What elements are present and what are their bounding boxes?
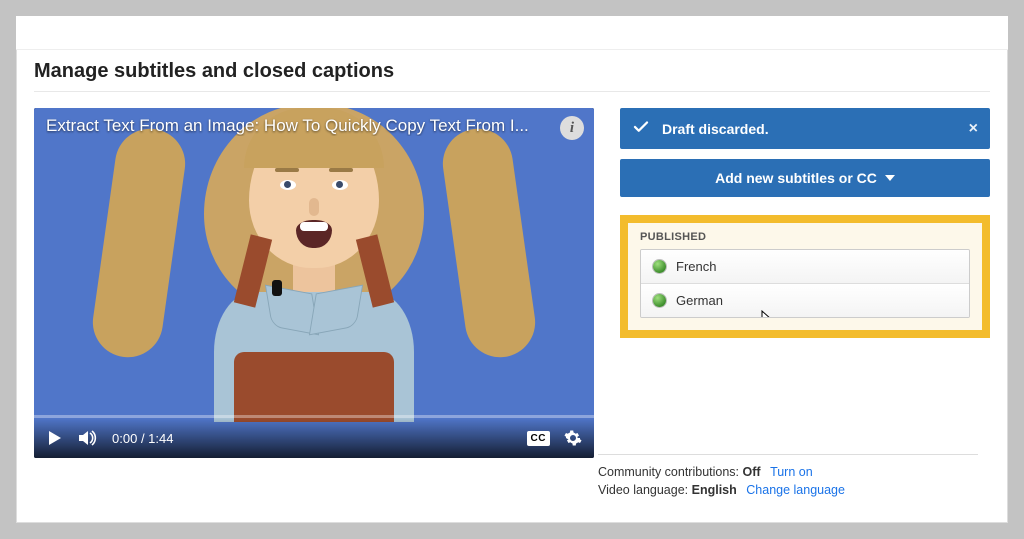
video-frame [34, 108, 594, 458]
published-language-list: French German [640, 249, 970, 318]
divider [598, 454, 978, 455]
video-title-overlay[interactable]: Extract Text From an Image: How To Quick… [46, 116, 550, 136]
divider [34, 91, 990, 92]
info-icon[interactable]: i [560, 116, 584, 140]
change-language-link[interactable]: Change language [746, 483, 845, 497]
time-display: 0:00 / 1:44 [112, 431, 173, 446]
gear-icon[interactable] [564, 429, 582, 447]
player-controls: 0:00 / 1:44 CC [34, 418, 594, 458]
add-subtitles-label: Add new subtitles or CC [715, 170, 877, 186]
play-icon[interactable] [46, 429, 64, 447]
language-row-french[interactable]: French [641, 250, 969, 283]
chevron-down-icon [885, 175, 895, 181]
status-dot-icon [653, 294, 666, 307]
language-row-german[interactable]: German [641, 283, 969, 317]
page-title: Manage subtitles and closed captions [34, 60, 990, 83]
language-label: German [676, 293, 723, 308]
video-player[interactable]: Extract Text From an Image: How To Quick… [34, 108, 594, 458]
status-dot-icon [653, 260, 666, 273]
language-label: French [676, 259, 716, 274]
footer-info: Community contributions: Off Turn on Vid… [598, 454, 978, 501]
close-icon[interactable]: × [969, 120, 978, 138]
top-bar [16, 16, 1008, 50]
video-language-label: Video language: [598, 483, 688, 497]
published-heading: PUBLISHED [640, 231, 970, 243]
volume-icon[interactable] [78, 429, 98, 447]
cursor-pointer-icon [759, 310, 775, 318]
draft-discarded-banner: Draft discarded. × [620, 108, 990, 149]
contributions-label: Community contributions: [598, 465, 739, 479]
contributions-value: Off [743, 465, 761, 479]
published-section-highlight: PUBLISHED French German [620, 215, 990, 338]
cc-icon[interactable]: CC [527, 431, 550, 446]
duration: 1:44 [148, 431, 173, 446]
presenter-graphic [174, 118, 454, 422]
current-time: 0:00 [112, 431, 137, 446]
video-language-value: English [692, 483, 737, 497]
turn-on-link[interactable]: Turn on [770, 465, 813, 479]
banner-message: Draft discarded. [662, 121, 769, 137]
add-subtitles-button[interactable]: Add new subtitles or CC [620, 159, 990, 197]
check-icon [632, 118, 650, 139]
